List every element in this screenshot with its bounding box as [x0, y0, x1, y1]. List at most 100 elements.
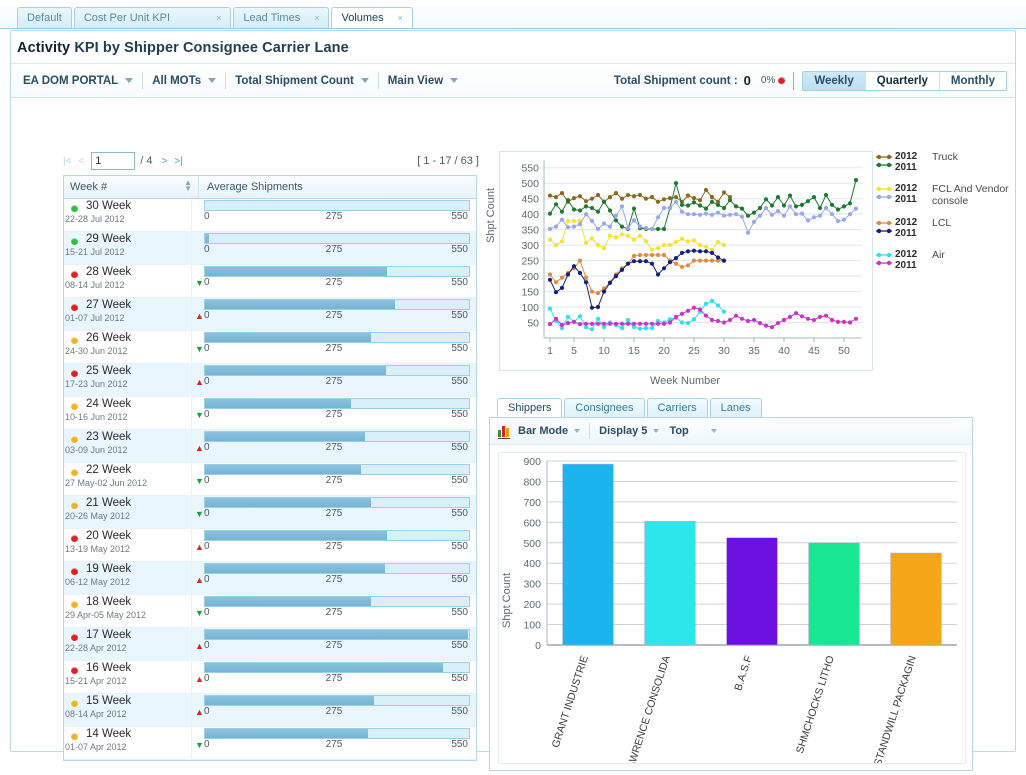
column-header-average-shipments[interactable]: Average Shipments — [199, 176, 476, 198]
summary-stat-group: Total Shipment count : 0 0% Weekly Quarte… — [614, 64, 1007, 97]
week-cell: 25 Week 17-23 Jun 2012 — [64, 364, 192, 396]
pager-prev-button[interactable]: < — [78, 156, 84, 167]
table-row[interactable]: 24 Week 10-16 Jun 2012 ▼ 0 275 550 — [64, 397, 476, 430]
period-button-quarterly[interactable]: Quarterly — [865, 71, 940, 90]
period-button-weekly[interactable]: Weekly — [803, 71, 866, 90]
week-label: 19 Week — [86, 563, 132, 575]
filter-dropdown-main-view[interactable]: Main View — [388, 75, 459, 87]
bar-fill — [205, 630, 469, 639]
period-button-monthly[interactable]: Monthly — [939, 71, 1006, 90]
bar-mode-label[interactable]: Bar Mode — [518, 425, 568, 437]
rank-order-chevron-down-icon[interactable] — [710, 429, 717, 433]
breakdown-tab-shippers[interactable]: Shippers — [497, 398, 563, 417]
line-chart-y-axis-label: Shpt Count — [485, 187, 497, 243]
breakdown-tab-list: Shippers Consignees Carriers Lanes — [497, 397, 973, 417]
bar-fill — [205, 465, 361, 474]
table-row[interactable]: 18 Week 29 Apr-05 May 2012 ▼ 0 275 550 — [64, 595, 476, 628]
week-label: 20 Week — [86, 530, 132, 542]
filter-separator — [377, 72, 379, 89]
legend-year-top: 2012 — [895, 151, 918, 162]
table-row[interactable]: 23 Week 03-09 Jun 2012 ▲ 0 275 550 — [64, 430, 476, 463]
table-row[interactable]: 27 Week 01-07 Jul 2012 ▲ 0 275 550 — [64, 298, 476, 331]
chevron-down-icon[interactable] — [450, 78, 459, 83]
filter-dropdown-label: Total Shipment Count — [235, 74, 354, 87]
trend-up-icon: ▲ — [195, 674, 204, 684]
line-chart-plot: 50 100 150 200 250 300 350 400 450 500 550 1 5 10 15 20… — [499, 151, 873, 371]
tab-cost-per-unit-kpi[interactable]: Cost Per Unit KPI × — [73, 7, 232, 28]
close-icon[interactable]: × — [398, 13, 403, 23]
pager-last-button[interactable]: >| — [174, 156, 182, 167]
axis-mid-label: 275 — [325, 376, 343, 387]
week-label: 15 Week — [86, 695, 132, 707]
axis-min-label: 0 — [204, 541, 210, 552]
filter-dropdown-all-mots[interactable]: All MOTs — [152, 75, 217, 87]
axis-min-label: 0 — [204, 739, 210, 750]
display-count-label[interactable]: Display 5 — [599, 425, 647, 437]
table-row[interactable]: 25 Week 17-23 Jun 2012 ▲ 0 275 550 — [64, 364, 476, 397]
legend-year-bottom: 2011 — [895, 162, 917, 173]
breakdown-tab-carriers[interactable]: Carriers — [646, 398, 708, 417]
average-shipments-cell: ▼ 0 275 550 — [192, 595, 476, 627]
sort-arrows-icon[interactable]: ▲ ▼ — [184, 179, 192, 193]
table-row[interactable]: 21 Week 20-26 May 2012 ▼ 0 275 550 — [64, 496, 476, 529]
display-count-chevron-down-icon[interactable] — [653, 429, 660, 433]
table-row[interactable]: 20 Week 13-19 May 2012 ▲ 0 275 550 — [64, 529, 476, 562]
chevron-down-icon[interactable] — [208, 78, 217, 83]
line-chart-legend: 2012 2011 Truck 2012 2011 FCL And Vendor cons… — [875, 151, 1013, 281]
tab-lead-times[interactable]: Lead Times × — [233, 7, 330, 28]
table-row[interactable]: 30 Week 22-28 Jul 2012 0 275 550 — [64, 199, 476, 232]
week-label: 30 Week — [86, 200, 132, 212]
table-row[interactable]: 28 Week 08-14 Jul 2012 ▼ 0 275 550 — [64, 265, 476, 298]
close-icon[interactable]: × — [314, 13, 319, 23]
axis-max-label: 550 — [451, 508, 468, 519]
column-header-week[interactable]: Week # ▲ ▼ — [64, 176, 199, 198]
close-icon[interactable]: × — [216, 13, 221, 23]
period-segmented-control[interactable]: Weekly Quarterly Monthly — [802, 70, 1007, 91]
tab-default[interactable]: Default — [17, 7, 72, 28]
week-label: 25 Week — [86, 365, 132, 377]
week-label: 29 Week — [86, 233, 132, 245]
table-row[interactable]: 16 Week 15-21 Apr 2012 ▲ 0 275 550 — [64, 661, 476, 694]
table-row[interactable]: 14 Week 01-07 Apr 2012 ▼ 0 275 550 — [64, 727, 476, 760]
axis-max-label: 550 — [451, 244, 468, 255]
bar-mode-chevron-down-icon[interactable] — [574, 429, 581, 433]
filter-dropdown-ea-dom-portal[interactable]: EA DOM PORTAL — [23, 75, 134, 87]
pager-page-input[interactable] — [91, 152, 136, 170]
legend-marker-icon — [875, 217, 895, 239]
week-date-range: 15-21 Jul 2012 — [65, 247, 125, 257]
table-row[interactable]: 17 Week 22-28 Apr 2012 ▲ 0 275 550 — [64, 628, 476, 661]
bar-track — [204, 266, 470, 277]
average-shipments-cell: ▲ 0 275 550 — [192, 628, 476, 660]
pager-next-button[interactable]: > — [162, 156, 168, 167]
bar-track — [204, 563, 470, 574]
trend-down-icon: ▼ — [195, 476, 204, 486]
bar-fill — [205, 399, 352, 408]
rank-order-label[interactable]: Top — [669, 425, 688, 437]
table-row[interactable]: 26 Week 24-30 Jun 2012 ▼ 0 275 550 — [64, 331, 476, 364]
legend-series-name: Air — [932, 249, 945, 261]
svg-text:15: 15 — [628, 345, 640, 357]
table-row[interactable]: 22 Week 27 May-02 Jun 2012 ▼ 0 275 550 — [64, 463, 476, 496]
tab-volumes[interactable]: Volumes × — [331, 7, 413, 28]
table-header-row: Week # ▲ ▼ Average Shipments — [64, 176, 476, 199]
svg-text:700: 700 — [523, 497, 541, 509]
bar-track — [204, 431, 470, 442]
svg-text:300: 300 — [521, 240, 539, 252]
average-shipments-cell: ▼ 0 275 550 — [192, 496, 476, 528]
breakdown-tab-lanes[interactable]: Lanes — [709, 398, 762, 417]
chevron-down-icon[interactable] — [360, 78, 369, 83]
trend-down-icon: ▼ — [195, 608, 204, 618]
table-row[interactable]: 29 Week 15-21 Jul 2012 0 275 550 — [64, 232, 476, 265]
pager-first-button[interactable]: |< — [63, 156, 71, 167]
chevron-down-icon[interactable] — [125, 78, 134, 83]
breakdown-tab-consignees[interactable]: Consignees — [564, 398, 645, 417]
svg-text:100: 100 — [521, 302, 539, 314]
bar-fill — [205, 696, 374, 705]
bar-track — [204, 629, 470, 640]
axis-max-label: 550 — [451, 607, 468, 618]
table-row[interactable]: 19 Week 06-12 May 2012 ▲ 0 275 550 — [64, 562, 476, 595]
table-row[interactable]: 15 Week 08-14 Apr 2012 ▲ 0 275 550 — [64, 694, 476, 727]
legend-item: 2012 2011 FCL And Vendor console — [875, 183, 1013, 207]
week-label: 27 Week — [86, 299, 132, 311]
filter-dropdown-total-shipment-count[interactable]: Total Shipment Count — [235, 75, 369, 87]
